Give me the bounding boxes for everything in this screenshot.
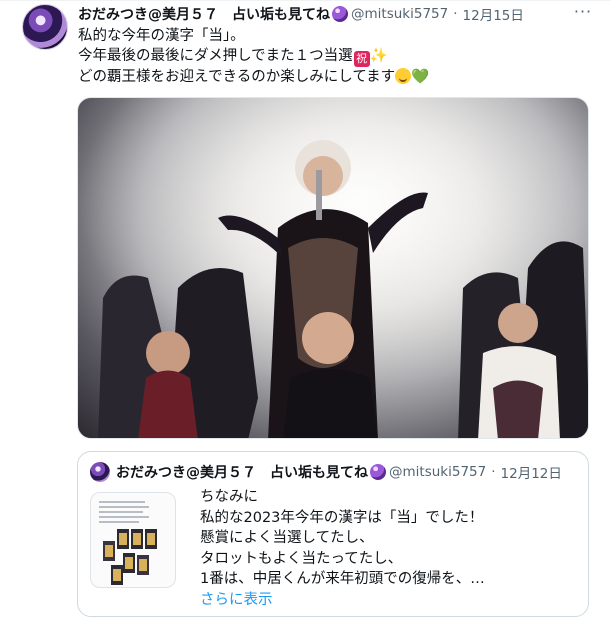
crystal-ball-emoji-icon <box>332 6 348 22</box>
quoted-author-avatar <box>90 462 110 482</box>
quoted-line-2: 私的な2023年今年の漢字は「当」でした！ <box>200 509 484 526</box>
quoted-line-5: 1番は、中居くんが来年初頭での復帰を、… <box>200 571 485 587</box>
congratulations-emoji-icon: 祝 <box>353 51 370 67</box>
tweet-photo[interactable] <box>77 97 589 439</box>
quoted-crystal-ball-emoji-icon <box>370 464 386 480</box>
tarot-cards-thumbnail-icon <box>99 501 157 585</box>
quoted-line-1: ちなみに <box>200 489 258 505</box>
quoted-author-handle: @mitsuki5757 <box>389 464 487 480</box>
concert-stage-illustration <box>78 98 588 438</box>
green-heart-emoji-icon: 💚 <box>411 69 430 85</box>
top-divider <box>0 0 611 1</box>
quoted-tweet-header: おだみつき@美月５７ 占い垢も見てね @mitsuki5757 · 12月12日 <box>116 462 562 482</box>
tweet-text: 私的な今年の漢字「当」。 今年最後の最後にダメ押しでまた１つ当選祝 ✨ どの覇王様… <box>78 26 598 87</box>
show-more-link[interactable]: さらに表示 <box>200 590 580 611</box>
sparkles-emoji-icon: ✨ <box>369 48 388 64</box>
author-avatar[interactable] <box>22 4 68 50</box>
separator-dot: · <box>453 6 458 22</box>
quoted-tweet-timestamp: 12月12日 <box>500 466 562 482</box>
author-handle[interactable]: @mitsuki5757 <box>351 6 448 22</box>
tweet-header: おだみつき@美月５７ 占い垢も見てね @mitsuki5757 · 12月15日 <box>78 3 524 25</box>
quoted-separator-dot: · <box>491 464 496 480</box>
quoted-line-3: 懸賞によく当選してたし、 <box>200 530 374 546</box>
quoted-author-display-name: おだみつき@美月５７ 占い垢も見てね <box>116 465 368 481</box>
smiling-face-emoji-icon <box>395 68 412 84</box>
quoted-tweet-card[interactable]: おだみつき@美月５７ 占い垢も見てね @mitsuki5757 · 12月12日 <box>77 451 589 617</box>
tweet-line-3: どの覇王様をお迎えできるのか楽しみにしてます 💚 <box>78 68 430 85</box>
quoted-line-4: タロットもよく当たってたし、 <box>200 550 403 567</box>
tweet-line-1: 私的な今年の漢字「当」。 <box>78 28 245 44</box>
author-display-name[interactable]: おだみつき@美月５７ 占い垢も見てね <box>78 4 330 24</box>
quoted-tweet-thumbnail[interactable] <box>90 492 176 588</box>
more-options-icon[interactable]: ··· <box>571 2 595 22</box>
tweet-line-2: 今年最後の最後にダメ押しでまた１つ当選祝 ✨ <box>78 48 388 67</box>
tweet-timestamp[interactable]: 12月15日 <box>463 4 524 24</box>
quoted-tweet-text: ちなみに 私的な2023年今年の漢字は「当」でした！ 懸賞によく当選してたし、 … <box>200 487 580 610</box>
